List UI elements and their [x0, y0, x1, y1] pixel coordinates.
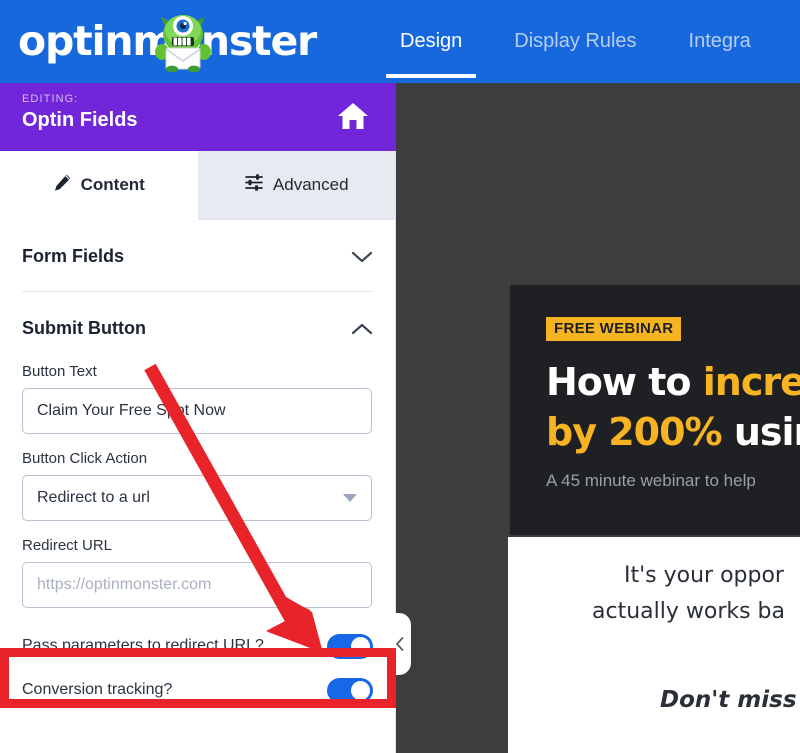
- tab-advanced[interactable]: Advanced: [197, 151, 395, 220]
- monster-mascot-icon: [152, 6, 214, 73]
- tab-display-rules-label: Display Rules: [514, 30, 637, 52]
- popup-header-panel: FREE WEBINAR How to incre by 200% usin A…: [510, 285, 800, 535]
- tab-integrations[interactable]: Integra: [689, 0, 751, 83]
- button-click-action-label: Button Click Action: [22, 450, 148, 467]
- popup-headline-line-2: by 200% usin: [546, 413, 800, 451]
- popup-body-line-2: actually works ba: [592, 599, 786, 624]
- optin-preview-canvas: FREE WEBINAR How to incre by 200% usin A…: [396, 83, 800, 753]
- pass-parameters-toggle[interactable]: [327, 633, 373, 659]
- pencil-icon: [53, 173, 72, 197]
- tab-design-label: Design: [400, 30, 463, 52]
- headline-line1-part1: How to: [546, 360, 703, 404]
- chevron-down-icon: [351, 250, 373, 264]
- button-click-action-value: Redirect to a url: [37, 489, 150, 506]
- sidebar-collapse-handle[interactable]: [389, 613, 411, 675]
- popup-body-line-3: Don't miss: [660, 687, 797, 713]
- redirect-url-label: Redirect URL: [22, 537, 113, 554]
- home-icon[interactable]: [336, 99, 370, 133]
- toggle-row-conversion-tracking: Conversion tracking?: [22, 668, 373, 712]
- accordion-form-fields-title: Form Fields: [22, 246, 125, 266]
- free-webinar-badge: FREE WEBINAR: [546, 317, 682, 341]
- top-navigation-bar: optinmonster: [0, 0, 800, 83]
- pass-parameters-label: Pass parameters to redirect URL?: [22, 637, 264, 654]
- headline-line2-part1: by 200%: [546, 410, 734, 454]
- conversion-tracking-label: Conversion tracking?: [22, 681, 173, 698]
- toggle-knob: [351, 680, 370, 700]
- accordion-form-fields[interactable]: Form Fields: [22, 220, 373, 292]
- popup-headline-line-1: How to incre: [546, 363, 800, 401]
- tab-integrations-label: Integra: [688, 30, 751, 52]
- headline-line1-part2: incre: [702, 360, 800, 404]
- toggle-knob: [351, 636, 370, 656]
- field-button-click-action: Button Click Action Redirect to a url: [22, 450, 373, 521]
- button-text-label: Button Text: [22, 363, 97, 380]
- popup-body-line-1: It's your oppor: [624, 563, 784, 588]
- accordion-submit-button[interactable]: Submit Button: [22, 292, 373, 347]
- redirect-url-input[interactable]: https://optinmonster.com: [22, 562, 372, 608]
- button-click-action-select[interactable]: Redirect to a url: [22, 475, 372, 521]
- field-redirect-url: Redirect URL https://optinmonster.com: [22, 537, 373, 608]
- chevron-up-icon: [351, 322, 373, 336]
- chevron-left-icon: [396, 637, 404, 651]
- field-button-text: Button Text Claim Your Free Spot Now: [22, 363, 373, 434]
- tab-content-label: Content: [80, 175, 145, 194]
- conversion-tracking-toggle[interactable]: [327, 677, 373, 703]
- panel-tabs: Content Advanced: [0, 151, 395, 220]
- editing-title: Optin Fields: [22, 109, 138, 131]
- toggle-row-pass-parameters: Pass parameters to redirect URL?: [22, 624, 373, 668]
- popup-subheadline: A 45 minute webinar to help: [546, 471, 756, 490]
- editing-eyebrow-label: EDITING:: [22, 93, 79, 105]
- tab-display-rules[interactable]: Display Rules: [514, 0, 636, 83]
- headline-line2-part2: usin: [733, 410, 800, 454]
- popup-body-panel: It's your oppor actually works ba Don't …: [508, 537, 800, 753]
- tab-advanced-label: Advanced: [272, 175, 349, 194]
- button-text-input[interactable]: Claim Your Free Spot Now: [22, 388, 372, 434]
- sliders-icon: [244, 173, 264, 197]
- caret-down-icon: [343, 494, 357, 502]
- accordion-submit-button-title: Submit Button: [22, 318, 146, 338]
- nav-tabs: Design Display Rules Integra: [385, 0, 800, 83]
- editing-bar: EDITING: Optin Fields: [0, 83, 396, 151]
- settings-sidebar: Content Advanced Form Fields Submit Butt…: [0, 151, 396, 753]
- tab-design[interactable]: Design: [385, 0, 477, 83]
- tab-content[interactable]: Content: [0, 151, 198, 220]
